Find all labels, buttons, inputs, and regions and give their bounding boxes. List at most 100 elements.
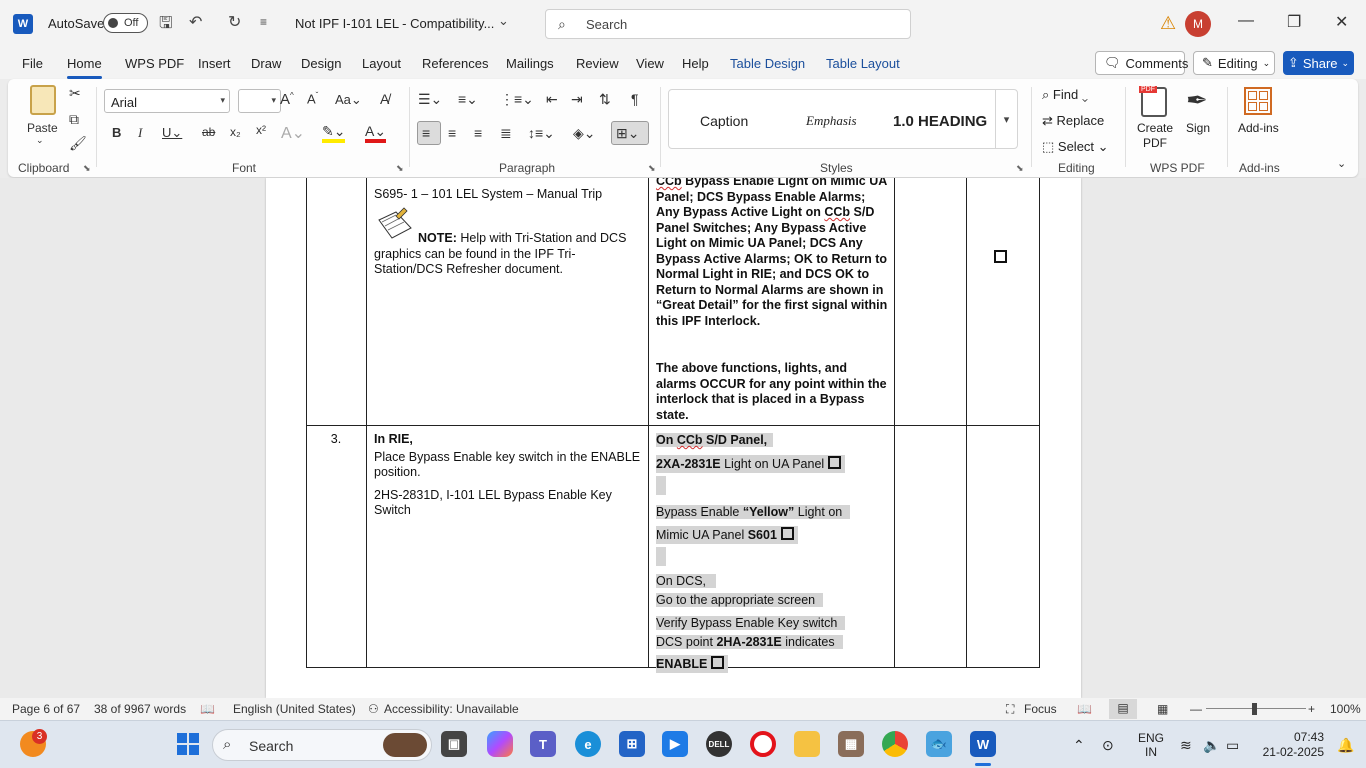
table-cell-paragraph[interactable]: The above functions, lights, and alarms … [656, 361, 888, 423]
tab-layout[interactable]: Layout [362, 56, 401, 71]
comments-button[interactable]: 🗨 Comments [1095, 51, 1188, 75]
add-ins-label[interactable]: Add-ins [1238, 121, 1279, 136]
power-automate-icon[interactable]: ▶ [662, 731, 688, 757]
customize-qat-icon[interactable]: ≡ [260, 15, 267, 29]
style-caption[interactable]: Caption [700, 113, 748, 129]
justify-icon[interactable]: ≣ [500, 125, 512, 142]
maximize-icon[interactable]: ❐ [1287, 12, 1301, 32]
zoom-slider-handle[interactable] [1252, 703, 1257, 715]
tab-table-layout[interactable]: Table Layout [826, 56, 900, 71]
title-chevron-down-icon[interactable]: ⌄ [498, 13, 509, 29]
shrink-font-icon[interactable]: Aˇ [307, 91, 318, 106]
checkbox[interactable] [994, 250, 1007, 263]
editing-mode-button[interactable]: ✎ Editing ⌄ [1193, 51, 1275, 75]
format-painter-icon[interactable]: 🖌 [69, 135, 87, 152]
create-pdf-icon[interactable]: PDF [1139, 86, 1167, 117]
font-name-select[interactable]: Arial ▾ [104, 89, 230, 113]
tab-home[interactable]: Home [67, 56, 102, 79]
web-layout-icon[interactable]: ▦ [1157, 702, 1168, 716]
store-icon[interactable]: ⊞ [619, 731, 645, 757]
close-icon[interactable]: ✕ [1335, 12, 1348, 32]
cut-icon[interactable]: ✂ [69, 85, 81, 102]
tab-mailings[interactable]: Mailings [506, 56, 554, 71]
add-ins-icon[interactable] [1244, 87, 1272, 115]
select-button[interactable]: ⬚ Select ⌄ [1042, 139, 1109, 155]
dell-icon[interactable]: DELL [706, 731, 732, 757]
tab-references[interactable]: References [422, 56, 488, 71]
zoom-level[interactable]: 100% [1330, 702, 1361, 716]
note-paragraph[interactable]: NOTE: Help with Tri-Station and DCS grap… [374, 231, 644, 278]
redo-icon[interactable]: ↻ [228, 12, 241, 32]
teams-icon[interactable]: T [530, 731, 556, 757]
chrome-icon[interactable] [882, 731, 908, 757]
accessibility-status[interactable]: Accessibility: Unavailable [384, 702, 519, 716]
italic-icon[interactable]: I [138, 125, 142, 141]
word-taskbar-icon[interactable]: W [970, 731, 996, 757]
opera-icon[interactable] [750, 731, 776, 757]
taskbar-search-input[interactable]: ⌕ Search [212, 729, 432, 761]
tab-view[interactable]: View [636, 56, 664, 71]
numbering-icon[interactable]: ≡⌄ [458, 91, 478, 108]
change-case-icon[interactable]: Aa⌄ [335, 92, 362, 108]
avatar[interactable]: M [1185, 11, 1211, 37]
copy-icon[interactable]: ⧉ [69, 111, 79, 128]
read-mode-icon[interactable]: 📖 [1077, 702, 1092, 716]
paste-label[interactable]: Paste [27, 121, 58, 135]
collapse-ribbon-icon[interactable]: ⌄ [1337, 157, 1346, 170]
minimize-icon[interactable]: — [1238, 12, 1254, 30]
wifi-icon[interactable]: ≋ [1180, 737, 1192, 754]
language-status[interactable]: English (United States) [233, 702, 356, 716]
autosave-toggle[interactable]: Off [103, 13, 148, 33]
subscript-icon[interactable]: x₂ [230, 125, 241, 139]
increase-indent-icon[interactable]: ⇥ [571, 91, 583, 108]
find-button[interactable]: ⌕ Find ⌄ [1042, 87, 1088, 103]
tab-review[interactable]: Review [576, 56, 619, 71]
volume-icon[interactable]: 🔈 [1203, 737, 1220, 754]
superscript-icon[interactable]: x² [256, 123, 266, 137]
tab-file[interactable]: File [22, 56, 43, 71]
notification-bell-icon[interactable]: 🔔 [1337, 737, 1354, 754]
zoom-out-icon[interactable]: — [1190, 702, 1202, 716]
checkbox[interactable] [780, 527, 794, 540]
styles-more-icon[interactable]: ▾ [995, 90, 1017, 148]
network-status-icon[interactable]: ⊙ [1102, 737, 1114, 754]
sign-label[interactable]: Sign [1186, 121, 1210, 136]
clock[interactable]: 07:43 21-02-2025 [1262, 730, 1324, 760]
sort-icon[interactable]: ⇅ [599, 91, 611, 108]
bullets-icon[interactable]: ☰⌄ [418, 91, 442, 108]
shading-icon[interactable]: ◈⌄ [573, 125, 596, 142]
table-cell[interactable]: S695- 1 – 101 LEL System – Manual Trip [374, 187, 644, 203]
checkbox[interactable] [711, 656, 725, 669]
search-input[interactable]: ⌕ Search [545, 9, 911, 39]
app-icon[interactable]: ▦ [838, 731, 864, 757]
tab-draw[interactable]: Draw [251, 56, 281, 71]
tab-insert[interactable]: Insert [198, 56, 231, 71]
line-spacing-icon[interactable]: ↕≡⌄ [528, 125, 555, 142]
font-size-select[interactable]: ▾ [238, 89, 281, 113]
replace-button[interactable]: ⇄ Replace [1042, 113, 1104, 129]
page-count[interactable]: Page 6 of 67 [12, 702, 80, 716]
tab-wps-pdf[interactable]: WPS PDF [125, 56, 184, 71]
zoom-in-icon[interactable]: + [1308, 702, 1315, 716]
word-count[interactable]: 38 of 9967 words [94, 702, 186, 716]
language-indicator[interactable]: ENG IN [1138, 731, 1164, 759]
text-effects-icon[interactable]: A⌄ [281, 123, 305, 143]
clipboard-launcher-icon[interactable]: ⬊ [83, 163, 91, 174]
create-pdf-label[interactable]: Create PDF [1132, 121, 1178, 151]
font-color-icon[interactable]: A⌄ [365, 123, 387, 143]
multilevel-list-icon[interactable]: ⋮≡⌄ [500, 91, 534, 108]
tab-table-design[interactable]: Table Design [730, 56, 805, 71]
table-cell-selected[interactable]: On CCb S/D Panel, 2XA-2831E Light on UA … [656, 431, 888, 674]
styles-launcher-icon[interactable]: ⬊ [1016, 163, 1024, 174]
battery-icon[interactable]: ▭ [1226, 737, 1239, 754]
decrease-indent-icon[interactable]: ⇤ [546, 91, 558, 108]
paragraph-launcher-icon[interactable]: ⬊ [648, 163, 656, 174]
align-center-icon[interactable]: ≡ [448, 125, 456, 141]
strikethrough-icon[interactable]: ab [202, 125, 215, 139]
bold-icon[interactable]: B [112, 125, 121, 140]
undo-icon[interactable]: ↶ [189, 12, 202, 32]
tab-help[interactable]: Help [682, 56, 709, 71]
clear-formatting-icon[interactable]: A̸ [380, 91, 389, 107]
table-cell[interactable]: In RIE, Place Bypass Enable key switch i… [374, 432, 644, 519]
show-formatting-icon[interactable]: ¶ [631, 91, 639, 107]
